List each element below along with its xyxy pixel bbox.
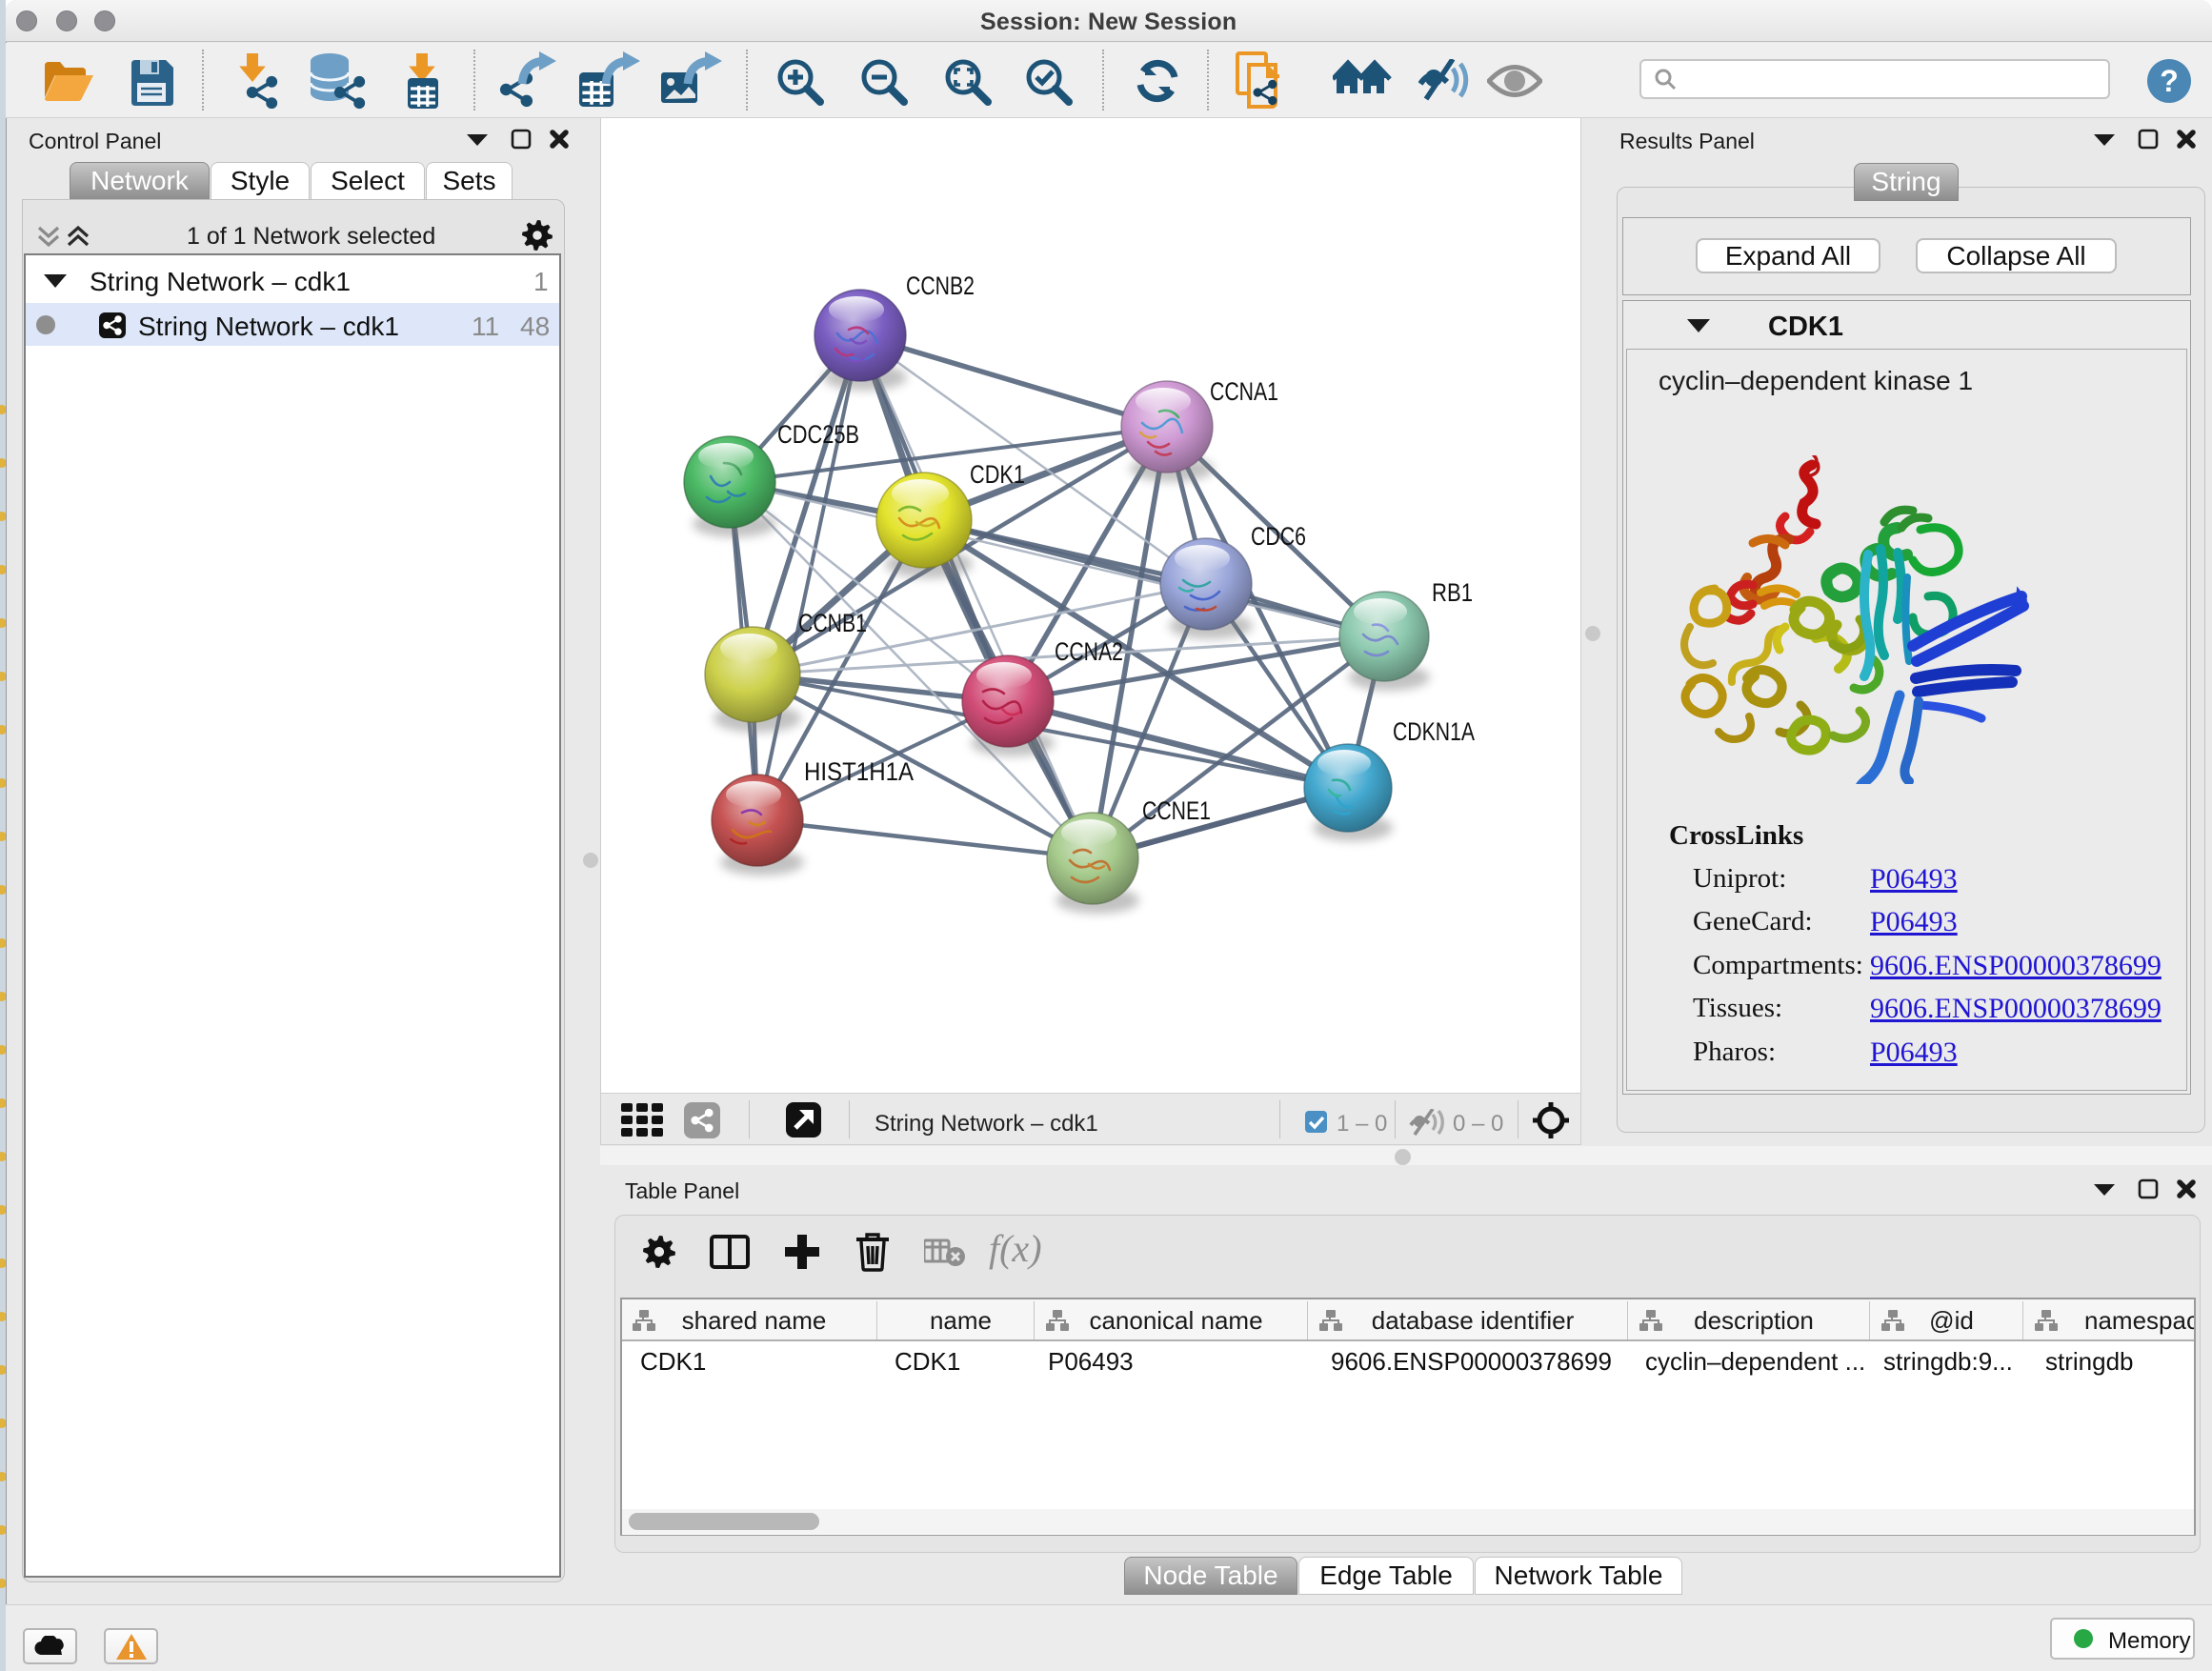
svg-text:CDKN1A: CDKN1A	[1393, 717, 1475, 746]
svg-text:CDC25B: CDC25B	[777, 420, 859, 449]
svg-text:CCNB2: CCNB2	[906, 272, 975, 300]
svg-text:CCNA1: CCNA1	[1210, 377, 1278, 406]
svg-text:RB1: RB1	[1432, 578, 1473, 607]
svg-text:HIST1H1A: HIST1H1A	[804, 757, 914, 786]
svg-text:CCNB1: CCNB1	[798, 609, 867, 637]
svg-text:CCNE1: CCNE1	[1142, 796, 1211, 825]
svg-text:CDC6: CDC6	[1251, 522, 1306, 551]
svg-text:CDK1: CDK1	[970, 460, 1025, 489]
svg-text:CCNA2: CCNA2	[1055, 637, 1123, 666]
